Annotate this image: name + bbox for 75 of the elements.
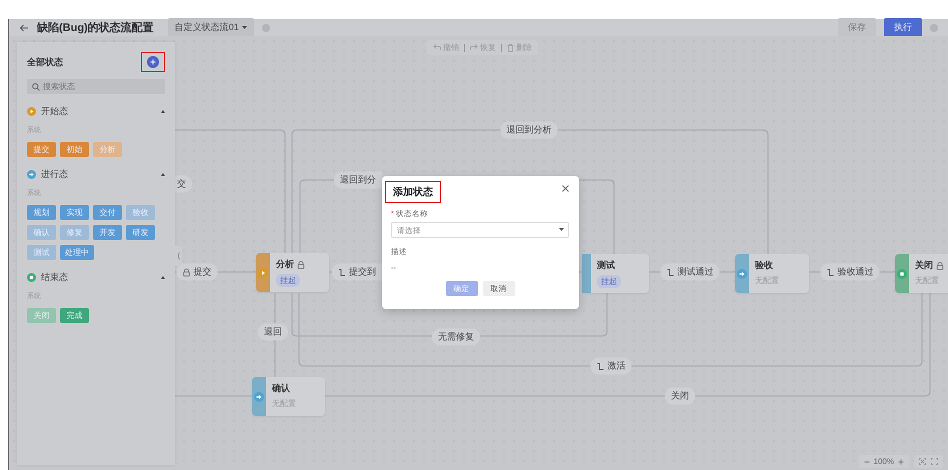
state-node[interactable]: 验收 无配置 bbox=[735, 254, 809, 293]
group-title: 开始态 bbox=[41, 105, 69, 118]
group-title: 进行态 bbox=[41, 168, 69, 181]
stop-icon bbox=[897, 268, 907, 278]
panel-title: 全部状态 bbox=[27, 56, 63, 68]
execute-button[interactable]: 执行 bbox=[884, 18, 922, 37]
node-note: 无配置 bbox=[272, 398, 296, 409]
search-field[interactable]: 搜索状态 bbox=[27, 79, 165, 94]
edge-label[interactable]: 无需修复 bbox=[432, 328, 480, 346]
edge-label[interactable]: 验收通过 bbox=[820, 264, 880, 280]
state-chip[interactable]: 交付 bbox=[93, 205, 122, 220]
trash-icon bbox=[507, 44, 514, 52]
edge-label[interactable]: 测试通过 bbox=[660, 264, 720, 280]
state-chip[interactable]: 完成 bbox=[60, 308, 89, 323]
arrow-icon bbox=[27, 170, 36, 179]
edge-label[interactable]: 交 bbox=[175, 176, 192, 192]
branch-icon bbox=[596, 362, 604, 370]
plus-icon bbox=[150, 59, 156, 65]
edge-label[interactable]: 提交 bbox=[176, 264, 218, 280]
node-note: 无配置 bbox=[915, 275, 940, 286]
node-title: 测试 bbox=[597, 259, 615, 272]
fit-icon[interactable] bbox=[919, 458, 926, 465]
node-tag: 挂起 bbox=[276, 274, 300, 287]
node-title: 确认 bbox=[272, 382, 290, 395]
node-title: 验收 bbox=[755, 259, 773, 272]
collapse-icon[interactable] bbox=[161, 110, 165, 113]
state-chip[interactable]: 研发 bbox=[126, 225, 155, 240]
search-icon bbox=[32, 82, 40, 90]
collapse-icon[interactable] bbox=[161, 276, 165, 279]
edge-label[interactable]: 退回 bbox=[258, 324, 288, 340]
state-chip[interactable]: 提交 bbox=[27, 142, 56, 157]
branch-icon bbox=[826, 268, 834, 276]
collapse-handle[interactable] bbox=[175, 246, 182, 266]
state-chip[interactable]: 开发 bbox=[93, 225, 122, 240]
stop-icon bbox=[27, 273, 36, 282]
page-title: 缺陷(Bug)的状态流配置 bbox=[37, 20, 154, 35]
zoom-in-icon[interactable] bbox=[898, 458, 904, 464]
state-chip[interactable]: 处理中 bbox=[60, 245, 94, 260]
collapse-icon[interactable] bbox=[161, 173, 165, 176]
state-chip[interactable]: 初始 bbox=[60, 142, 89, 157]
flow-dropdown[interactable]: 自定义状态流01 bbox=[168, 18, 254, 37]
node-title: 关闭 bbox=[915, 259, 933, 272]
edge-label[interactable]: 退回到分析 bbox=[500, 122, 558, 138]
edge-label[interactable]: 退回到分 bbox=[334, 172, 382, 188]
group-title: 结束态 bbox=[41, 271, 69, 284]
state-node[interactable]: 分析 挂起 bbox=[256, 253, 329, 292]
play-icon bbox=[258, 268, 268, 278]
branch-icon bbox=[338, 268, 346, 276]
node-tag: 挂起 bbox=[597, 275, 621, 288]
play-icon bbox=[27, 107, 36, 116]
node-note: 无配置 bbox=[755, 275, 779, 286]
edge-label[interactable]: 激活 bbox=[590, 358, 632, 374]
close-icon[interactable] bbox=[562, 185, 569, 192]
edge-label[interactable]: 关闭 bbox=[665, 388, 695, 404]
zoom-level: 100% bbox=[874, 457, 894, 466]
branch-icon bbox=[666, 268, 674, 276]
arrow-icon bbox=[254, 392, 264, 402]
redo-icon bbox=[470, 44, 478, 51]
caret-icon bbox=[242, 26, 247, 30]
fullscreen-icon[interactable] bbox=[931, 458, 938, 465]
arrow-icon bbox=[737, 268, 747, 278]
state-node[interactable]: 确认 无配置 bbox=[252, 377, 325, 416]
zoom-out-icon[interactable] bbox=[864, 458, 870, 464]
back-icon[interactable] bbox=[19, 22, 29, 32]
add-button[interactable] bbox=[147, 56, 159, 68]
node-title: 分析 bbox=[276, 258, 294, 271]
dialog-title: 添加状态 bbox=[385, 181, 441, 203]
state-node[interactable]: 测试 挂起 bbox=[582, 254, 649, 293]
state-chip[interactable]: 规划 bbox=[27, 205, 56, 220]
caret-icon bbox=[559, 228, 564, 232]
state-node[interactable]: 关闭 无配置 bbox=[895, 254, 948, 293]
edge-label[interactable]: 提交到 bbox=[332, 264, 382, 280]
undo-icon bbox=[433, 44, 441, 51]
lock-icon bbox=[182, 268, 190, 276]
state-chip[interactable]: 实现 bbox=[60, 205, 89, 220]
